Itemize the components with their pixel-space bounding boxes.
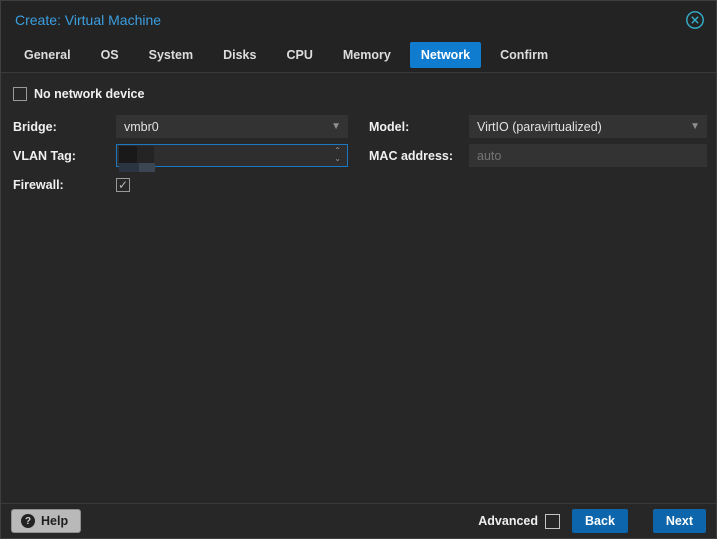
chevron-down-icon[interactable]: ▼ xyxy=(331,121,341,132)
vlan-tag-spinner[interactable]: ⌃ ⌄ xyxy=(116,144,348,172)
no-network-device-row: No network device xyxy=(13,85,716,103)
bridge-row: Bridge: vmbr0 ▼ xyxy=(1,115,357,138)
redacted-value xyxy=(119,146,156,172)
vlan-tag-label: VLAN Tag: xyxy=(13,148,76,163)
form-column-right: Model: VirtIO (paravirtualized) ▼ MAC ad… xyxy=(357,115,716,202)
firewall-label: Firewall: xyxy=(13,177,64,192)
mac-address-field xyxy=(469,144,707,167)
close-button[interactable] xyxy=(684,9,706,31)
network-tab-panel: No network device Bridge: vmbr0 ▼ VLAN T… xyxy=(1,73,716,503)
wizard-tabbar: General OS System Disks CPU Memory Netwo… xyxy=(1,38,716,73)
back-button[interactable]: Back xyxy=(572,509,628,533)
tab-cpu[interactable]: CPU xyxy=(275,42,323,68)
next-button[interactable]: Next xyxy=(652,509,706,533)
model-combobox[interactable]: VirtIO (paravirtualized) ▼ xyxy=(469,115,707,138)
bridge-value: vmbr0 xyxy=(124,119,159,134)
create-vm-dialog: Create: Virtual Machine General OS Syste… xyxy=(0,0,717,539)
tab-os[interactable]: OS xyxy=(90,42,130,68)
bridge-combobox[interactable]: vmbr0 ▼ xyxy=(116,115,348,138)
help-button-label: Help xyxy=(41,514,69,528)
dialog-titlebar: Create: Virtual Machine xyxy=(1,1,716,38)
model-row: Model: VirtIO (paravirtualized) ▼ xyxy=(357,115,716,138)
dialog-footer: ? Help Advanced Back Next xyxy=(1,503,716,538)
mac-address-row: MAC address: xyxy=(357,144,716,167)
help-icon: ? xyxy=(21,514,35,528)
tab-memory[interactable]: Memory xyxy=(332,42,402,68)
firewall-checkbox[interactable] xyxy=(116,177,130,192)
spinner-down-icon[interactable]: ⌄ xyxy=(334,155,341,163)
close-icon xyxy=(686,10,704,29)
chevron-down-icon[interactable]: ▼ xyxy=(690,121,700,132)
form-column-left: Bridge: vmbr0 ▼ VLAN Tag: ⌃ ⌄ Firewall: … xyxy=(1,115,357,202)
model-label: Model: xyxy=(369,119,410,134)
mac-address-label: MAC address: xyxy=(369,148,454,163)
tab-disks[interactable]: Disks xyxy=(212,42,267,68)
model-value: VirtIO (paravirtualized) xyxy=(477,119,602,134)
mac-address-input[interactable] xyxy=(477,148,699,163)
tab-network[interactable]: Network xyxy=(409,42,482,68)
network-form: Bridge: vmbr0 ▼ VLAN Tag: ⌃ ⌄ Firewall: … xyxy=(1,115,716,202)
bridge-label: Bridge: xyxy=(13,119,57,134)
tab-general[interactable]: General xyxy=(13,42,82,68)
help-button[interactable]: ? Help xyxy=(11,509,82,533)
advanced-checkbox[interactable] xyxy=(545,513,561,529)
footer-actions: Advanced Back Next xyxy=(478,509,706,533)
vlan-tag-row: VLAN Tag: ⌃ ⌄ xyxy=(1,144,357,172)
firewall-row: Firewall: xyxy=(1,173,357,196)
tab-system[interactable]: System xyxy=(138,42,204,68)
spinner-arrows-icon[interactable]: ⌃ ⌄ xyxy=(334,147,341,163)
tab-confirm[interactable]: Confirm xyxy=(489,42,559,68)
no-network-device-checkbox[interactable] xyxy=(13,87,27,101)
advanced-label: Advanced xyxy=(478,514,539,528)
dialog-title: Create: Virtual Machine xyxy=(15,11,162,28)
no-network-device-label: No network device xyxy=(34,87,145,101)
